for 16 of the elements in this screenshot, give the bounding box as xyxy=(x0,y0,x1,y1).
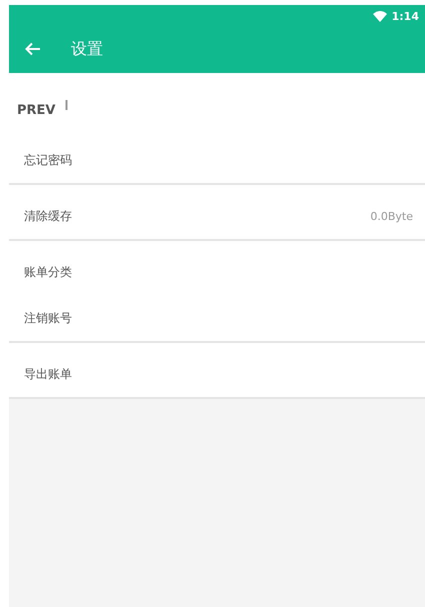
settings-row[interactable]: 清除缓存 0.0Byte xyxy=(9,193,425,239)
row-label: 导出账单 xyxy=(24,366,72,382)
section-title: PREV xyxy=(17,102,56,118)
settings-row[interactable]: 忘记密码 xyxy=(9,137,425,183)
settings-row[interactable]: 注销账号 xyxy=(9,295,425,341)
row-label: 清除缓存 xyxy=(24,208,72,224)
row-label: 注销账号 xyxy=(24,310,72,326)
row-label: 忘记密码 xyxy=(24,152,72,168)
screen-title: 设置 xyxy=(71,38,103,60)
settings-row[interactable]: 导出账单 xyxy=(9,351,425,397)
back-button[interactable] xyxy=(25,41,43,57)
clock-time: 1:14 xyxy=(392,10,419,22)
settings-row[interactable]: 账单分类 xyxy=(9,249,425,295)
row-value: 0.0Byte xyxy=(370,210,413,222)
wifi-icon xyxy=(372,10,387,22)
row-label: 账单分类 xyxy=(24,264,72,280)
